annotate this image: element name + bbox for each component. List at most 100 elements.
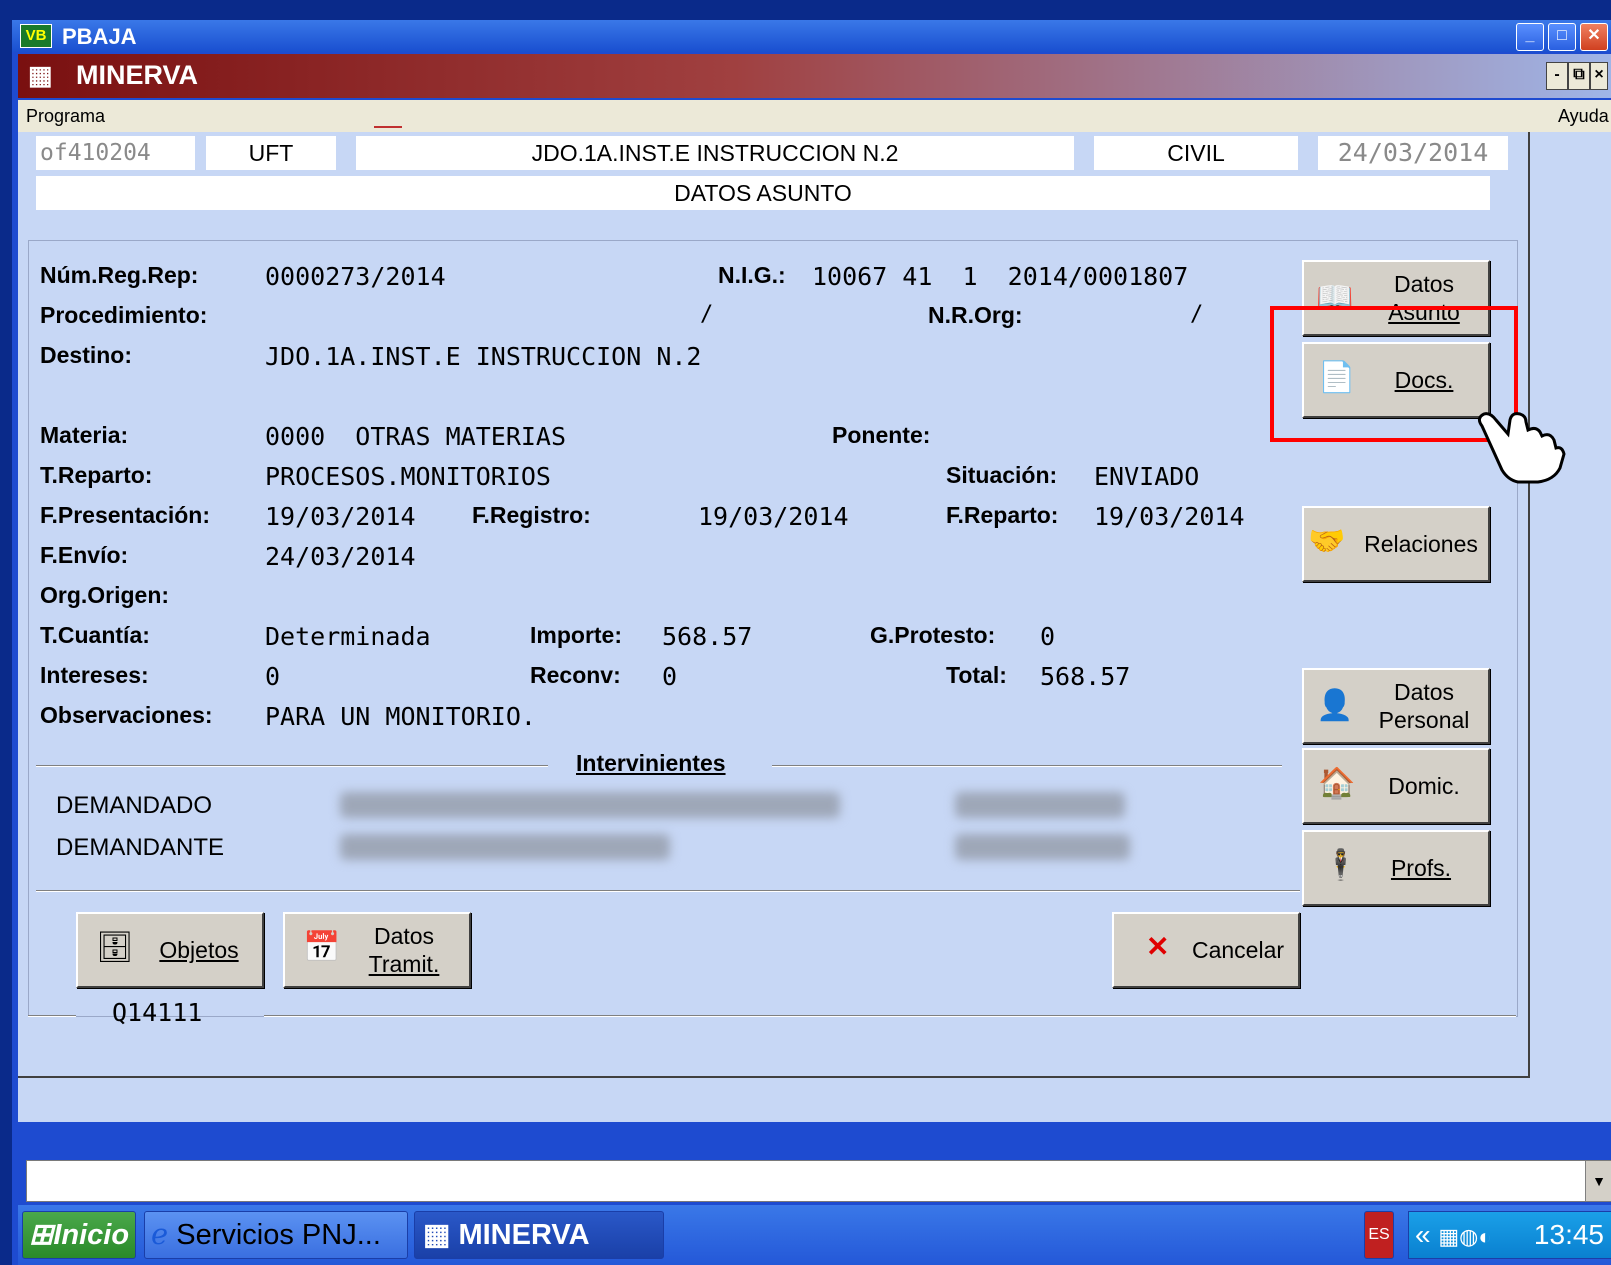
gprotesto-value: 0 <box>1040 622 1056 651</box>
tray-icons: ▦◍◐ <box>1438 1224 1492 1249</box>
taskbar-item-servicios-label: Servicios PNJ... <box>176 1219 381 1251</box>
relaciones-label: Relaciones <box>1364 531 1478 557</box>
materia-value: 0000 OTRAS MATERIAS <box>265 422 567 451</box>
redacted-id-2 <box>955 834 1130 860</box>
calendar-icon: 📅 <box>303 931 341 964</box>
window-titlebar: VB PBAJA _ □ ✕ <box>12 20 1611 52</box>
interviniente-role-2: DEMANDANTE <box>56 834 225 861</box>
taskbar-item-servicios[interactable]: ℯ Servicios PNJ... <box>144 1211 408 1259</box>
handshake-icon: 🤝 <box>1308 525 1346 558</box>
domic-button[interactable]: 🏠 Domic. <box>1302 748 1490 824</box>
fregistro-label: F.Registro: <box>472 502 591 528</box>
house-icon: 🏠 <box>1318 767 1356 800</box>
app-badge-icon: VB <box>20 24 52 48</box>
start-button[interactable]: ⊞Inicio <box>22 1211 136 1259</box>
menu-programa[interactable]: Programa <box>26 106 105 127</box>
datos-personal-label-2: Personal <box>1378 707 1470 733</box>
unit-field: UFT <box>206 136 336 170</box>
fpresentacion-label: F.Presentación: <box>40 502 210 528</box>
minimize-button[interactable]: _ <box>1516 23 1544 51</box>
mdi-close-button[interactable]: × <box>1590 62 1608 90</box>
windows-logo-icon: ⊞ <box>29 1219 54 1251</box>
ponente-label: Ponente: <box>832 422 931 448</box>
reconv-value: 0 <box>662 662 678 691</box>
fregistro-value: 19/03/2014 <box>698 502 849 531</box>
relaciones-button[interactable]: 🤝 Relaciones <box>1302 506 1490 582</box>
redacted-name-2 <box>340 834 670 860</box>
system-tray: « ▦◍◐ 13:45 <box>1408 1211 1611 1259</box>
importe-label: Importe: <box>530 622 622 648</box>
fenvio-value: 24/03/2014 <box>265 542 416 571</box>
person-notes-icon: 👤 <box>1316 689 1354 722</box>
mdi-restore-button[interactable]: ⧉ <box>1568 62 1590 90</box>
treparto-label: T.Reparto: <box>40 462 153 488</box>
procedimiento-label: Procedimiento: <box>40 302 208 328</box>
intervinientes-separator-right <box>772 765 1282 767</box>
materia-label: Materia: <box>40 422 129 448</box>
window-title: PBAJA <box>62 24 137 49</box>
objetos-button[interactable]: 🗄 Objetos <box>76 912 264 988</box>
x-icon: ✕ <box>1146 931 1170 962</box>
section-title: DATOS ASUNTO <box>36 176 1490 210</box>
menu-ayuda[interactable]: Ayuda <box>1558 106 1609 127</box>
nr-org-value: / <box>1190 302 1204 327</box>
mdi-titlebar: ▦ MINERVA - ⧉ × <box>18 54 1611 98</box>
situacion-value: ENVIADO <box>1094 462 1200 491</box>
profs-button[interactable]: 🕴 Profs. <box>1302 830 1490 906</box>
taskbar-item-minerva[interactable]: ▦ MINERVA <box>414 1211 664 1259</box>
fenvio-label: F.Envío: <box>40 542 129 568</box>
start-label: Inicio <box>53 1219 130 1251</box>
num-reg-rep-label: Núm.Reg.Rep: <box>40 262 199 288</box>
procedimiento-value: / <box>700 302 714 327</box>
observaciones-value: PARA UN MONITORIO. <box>265 702 536 731</box>
taskbar-item-minerva-label: MINERVA <box>458 1219 590 1251</box>
datos-tramit-button[interactable]: 📅 Datos Tramit. <box>283 912 471 988</box>
hand-cursor-icon <box>1477 412 1566 484</box>
nig-label: N.I.G.: <box>718 262 786 288</box>
close-button[interactable]: ✕ <box>1580 23 1608 51</box>
freparto-label: F.Reparto: <box>946 502 1059 528</box>
cancelar-button[interactable]: ✕ Cancelar <box>1112 912 1300 988</box>
menu-underline-mark <box>374 126 402 128</box>
language-indicator[interactable]: ES <box>1364 1211 1394 1259</box>
minerva-icon: ▦ <box>423 1219 451 1251</box>
chevron-down-icon[interactable]: ▼ <box>1585 1161 1611 1201</box>
reconv-label: Reconv: <box>530 662 621 688</box>
tcuantia-label: T.Cuantía: <box>40 622 150 648</box>
interviniente-role-1: DEMANDADO <box>56 792 213 819</box>
bottom-separator <box>36 890 1300 892</box>
datos-tramit-label-2: Tramit. <box>368 951 440 977</box>
court-field: JDO.1A.INST.E INSTRUCCION N.2 <box>356 136 1074 170</box>
redacted-name-1 <box>340 792 840 818</box>
datos-personal-label-1: Datos <box>1393 679 1455 705</box>
command-input[interactable]: ▼ <box>26 1160 1611 1202</box>
type-field: CIVIL <box>1094 136 1298 170</box>
professional-icon: 🕴 <box>1322 849 1360 882</box>
header-date: 24/03/2014 <box>1318 136 1508 170</box>
total-value: 568.57 <box>1040 662 1131 691</box>
nig-value: 10067 41 1 2014/0001807 <box>812 262 1189 291</box>
total-label: Total: <box>946 662 1007 688</box>
importe-value: 568.57 <box>662 622 753 651</box>
intereses-label: Intereses: <box>40 662 149 688</box>
destino-label: Destino: <box>40 342 132 368</box>
domic-label: Domic. <box>1388 773 1460 799</box>
destino-value: JDO.1A.INST.E INSTRUCCION N.2 <box>265 342 702 371</box>
ie-icon: ℯ <box>151 1219 169 1251</box>
footer-code: Q14111 <box>112 998 203 1027</box>
maximize-button[interactable]: □ <box>1548 23 1576 51</box>
nr-org-label: N.R.Org: <box>928 302 1023 328</box>
mdi-minimize-button[interactable]: - <box>1546 62 1568 90</box>
intervinientes-title: Intervinientes <box>576 750 726 776</box>
footer-separator-right <box>264 1015 1516 1017</box>
datos-tramit-label-1: Datos <box>373 923 435 949</box>
profs-label: Profs. <box>1390 855 1452 881</box>
datos-personal-button[interactable]: 👤 Datos Personal <box>1302 668 1490 744</box>
tcuantia-value: Determinada <box>265 622 431 651</box>
redacted-id-1 <box>955 792 1125 818</box>
intereses-value: 0 <box>265 662 281 691</box>
observaciones-label: Observaciones: <box>40 702 213 728</box>
freparto-value: 19/03/2014 <box>1094 502 1245 531</box>
tray-expand-button[interactable]: « <box>1415 1219 1431 1250</box>
treparto-value: PROCESOS.MONITORIOS <box>265 462 551 491</box>
